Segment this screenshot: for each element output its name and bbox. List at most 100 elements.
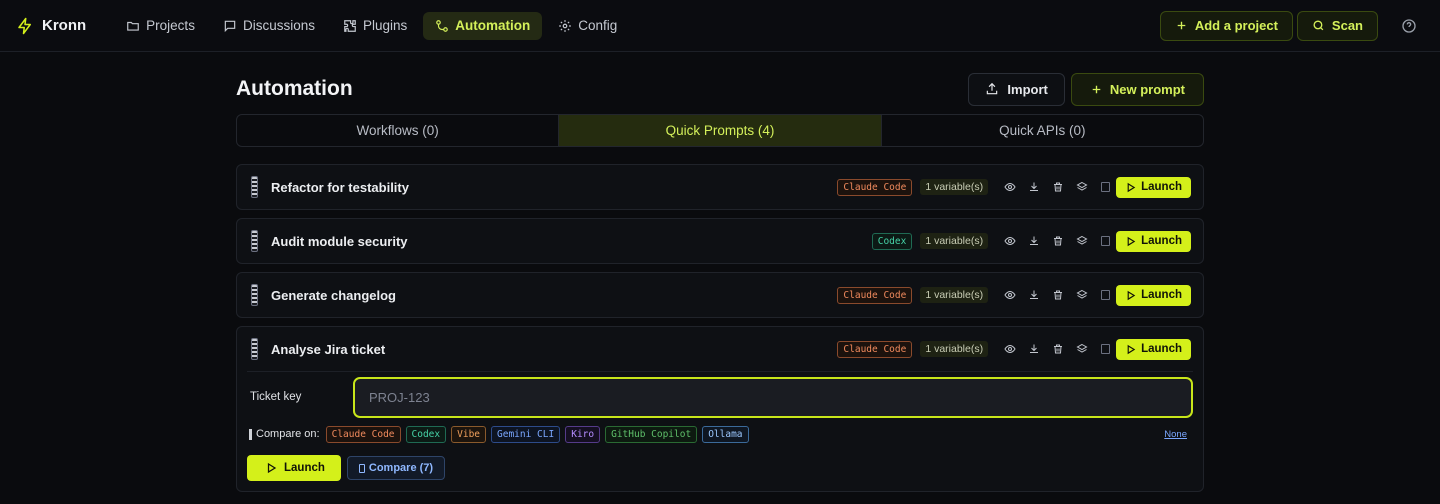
- compare-agent-chip[interactable]: Gemini CLI: [491, 425, 561, 443]
- launch-button[interactable]: Launch: [1116, 176, 1191, 198]
- nav-label: Config: [578, 18, 618, 33]
- duplicate-button[interactable]: [1070, 229, 1094, 253]
- select-checkbox[interactable]: [1101, 344, 1111, 354]
- launch-button[interactable]: Launch: [1116, 284, 1191, 306]
- preview-button[interactable]: [998, 337, 1022, 361]
- variable-row: Ticket key: [247, 376, 1193, 418]
- page-header: Automation Import New prompt: [236, 72, 1204, 106]
- gear-icon: [559, 19, 572, 32]
- expanded-actions: Launch Compare (7): [247, 455, 1193, 491]
- agent-badge: Claude Code: [837, 178, 913, 196]
- export-button[interactable]: [1022, 175, 1046, 199]
- play-icon: [1127, 344, 1136, 354]
- nav-projects[interactable]: Projects: [114, 12, 207, 40]
- puzzle-icon: [344, 19, 356, 32]
- drag-handle-icon[interactable]: [251, 338, 258, 360]
- duplicate-button[interactable]: [1070, 337, 1094, 361]
- play-icon: [1127, 182, 1136, 192]
- variable-count-badge: 1 variable(s): [920, 179, 989, 195]
- help-button[interactable]: [1394, 11, 1424, 41]
- nav-label: Plugins: [362, 18, 408, 33]
- chat-icon: [224, 20, 236, 32]
- select-checkbox[interactable]: [1101, 290, 1111, 300]
- compare-agent-chip[interactable]: Claude Code: [325, 425, 401, 443]
- prompt-row[interactable]: Analyse Jira ticket Claude Code 1 variab…: [237, 327, 1203, 371]
- download-icon: [1030, 236, 1039, 245]
- preview-button[interactable]: [998, 175, 1022, 199]
- compare-agent-chip[interactable]: Kiro: [565, 425, 601, 443]
- preview-button[interactable]: [998, 229, 1022, 253]
- scan-button[interactable]: Scan: [1296, 10, 1378, 41]
- variable-label: Ticket key: [250, 391, 302, 403]
- drag-handle-icon[interactable]: [251, 284, 258, 306]
- compare-row: Compare on: Claude Code Codex Vibe Gemin…: [247, 424, 1193, 444]
- tab-quick-prompts[interactable]: Quick Prompts (4): [559, 115, 882, 146]
- select-checkbox[interactable]: [1101, 236, 1111, 246]
- nav-discussions[interactable]: Discussions: [211, 12, 327, 40]
- layers-icon: [1076, 235, 1088, 245]
- compare-agent-chip[interactable]: GitHub Copilot: [605, 425, 698, 443]
- delete-button[interactable]: [1046, 229, 1070, 253]
- trash-icon: [1054, 236, 1063, 246]
- prompt-card: Audit module security Codex 1 variable(s…: [236, 218, 1204, 264]
- compare-agent-chip[interactable]: Ollama: [702, 425, 749, 443]
- drag-handle-icon[interactable]: [251, 176, 258, 198]
- prompt-row[interactable]: Audit module security Codex 1 variable(s…: [237, 219, 1203, 263]
- delete-button[interactable]: [1046, 283, 1070, 307]
- delete-button[interactable]: [1046, 337, 1070, 361]
- launch-label: Launch: [284, 462, 325, 474]
- compare-agent-chip[interactable]: Vibe: [451, 425, 487, 443]
- select-none-link[interactable]: None: [1164, 429, 1187, 440]
- prompt-row[interactable]: Generate changelog Claude Code 1 variabl…: [237, 273, 1203, 317]
- prompt-title: Analyse Jira ticket: [271, 341, 386, 357]
- nav-plugins[interactable]: Plugins: [331, 12, 419, 40]
- brand[interactable]: Kronn: [16, 17, 86, 35]
- plus-icon: [1177, 21, 1186, 30]
- prompt-row[interactable]: Refactor for testability Claude Code 1 v…: [237, 165, 1203, 209]
- new-prompt-button[interactable]: New prompt: [1070, 72, 1204, 106]
- play-icon: [1127, 290, 1136, 300]
- launch-button[interactable]: Launch: [1116, 338, 1191, 360]
- compare-button[interactable]: Compare (7): [346, 456, 446, 480]
- launch-button[interactable]: Launch: [1116, 230, 1191, 252]
- drag-handle-icon[interactable]: [251, 230, 258, 252]
- compare-agent-chip[interactable]: Codex: [405, 425, 447, 443]
- add-project-button[interactable]: Add a project: [1159, 10, 1293, 41]
- compare-label: Compare on:: [256, 428, 320, 440]
- select-checkbox[interactable]: [1101, 182, 1111, 192]
- nav-automation[interactable]: Automation: [423, 11, 543, 40]
- variable-count-badge: 1 variable(s): [920, 233, 989, 249]
- eye-icon: [1004, 236, 1016, 246]
- prompt-actions: Claude Code 1 variable(s) Launch: [837, 175, 1191, 199]
- search-icon: [1313, 20, 1324, 31]
- variable-count-badge: 1 variable(s): [920, 341, 989, 357]
- upload-icon: [987, 82, 998, 95]
- tab-workflows[interactable]: Workflows (0): [237, 115, 560, 146]
- duplicate-button[interactable]: [1070, 175, 1094, 199]
- delete-button[interactable]: [1046, 175, 1070, 199]
- tab-quick-apis[interactable]: Quick APIs (0): [882, 115, 1203, 146]
- launch-label: Launch: [1141, 235, 1182, 247]
- export-button[interactable]: [1022, 337, 1046, 361]
- ticket-key-input[interactable]: [353, 376, 1193, 418]
- nav-config[interactable]: Config: [546, 12, 629, 40]
- eye-icon: [1004, 182, 1016, 192]
- prompt-actions: Codex 1 variable(s) Launch: [871, 229, 1191, 253]
- launch-prompt-button[interactable]: Launch: [247, 455, 341, 481]
- help-icon: [1402, 18, 1416, 33]
- preview-button[interactable]: [998, 283, 1022, 307]
- export-button[interactable]: [1022, 283, 1046, 307]
- download-icon: [1030, 290, 1039, 299]
- launch-label: Launch: [1141, 181, 1182, 193]
- top-bar: Kronn Projects Discussions Plugins Autom…: [0, 0, 1440, 52]
- play-icon: [267, 462, 277, 474]
- launch-label: Launch: [1141, 343, 1182, 355]
- trash-icon: [1054, 290, 1063, 300]
- workflow-icon: [436, 19, 449, 32]
- download-icon: [1030, 182, 1039, 191]
- export-button[interactable]: [1022, 229, 1046, 253]
- top-actions: Add a project Scan: [1159, 10, 1424, 41]
- import-button[interactable]: Import: [968, 72, 1065, 106]
- prompt-actions: Claude Code 1 variable(s) Launch: [837, 337, 1191, 361]
- duplicate-button[interactable]: [1070, 283, 1094, 307]
